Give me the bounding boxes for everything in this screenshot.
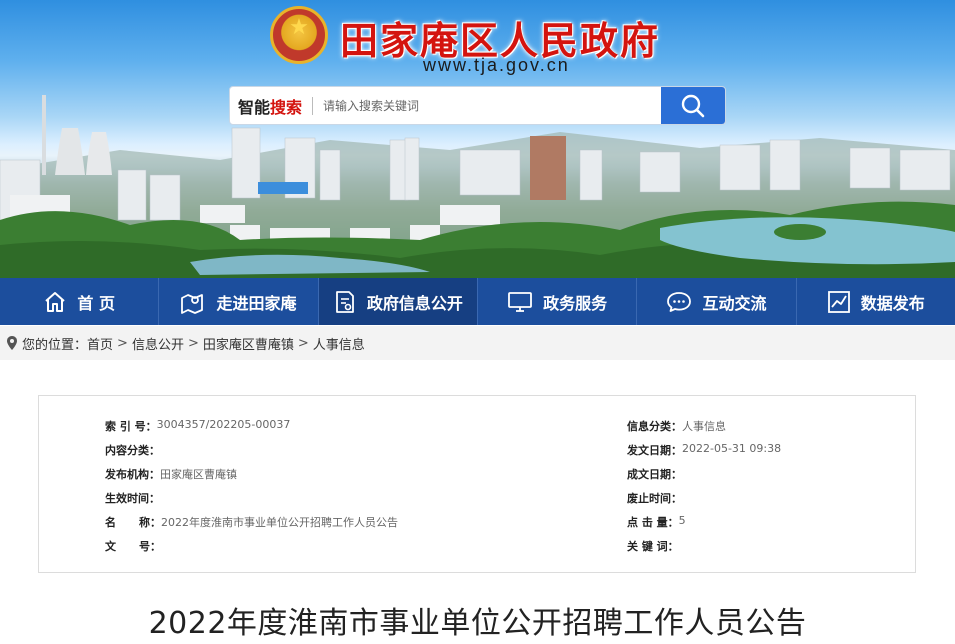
nav-item-label: 政务服务 <box>543 293 608 313</box>
meta-value: 5 <box>678 514 686 527</box>
chat-icon <box>667 291 692 312</box>
meta-key: 索 引 号： <box>105 420 157 433</box>
meta-index-number: 索 引 号： 3004357/202205-00037 <box>105 418 290 434</box>
national-emblem-icon <box>270 6 328 64</box>
nav-item-label: 走进田家庵 <box>216 293 297 313</box>
meta-value: 田家庵区曹庵镇 <box>160 468 237 481</box>
nav-item-about[interactable]: 走进田家庵 <box>159 278 319 325</box>
nav-item-label: 互动交流 <box>702 293 767 313</box>
search-button[interactable] <box>661 87 725 124</box>
meta-publisher: 发布机构： 田家庵区曹庵镇 <box>105 466 237 482</box>
meta-written-date: 成文日期： <box>627 466 682 482</box>
breadcrumb-town[interactable]: 田家庵区曹庵镇 <box>203 334 294 353</box>
nav-item-home[interactable]: 首 页 <box>0 278 160 325</box>
meta-value: 2022年度淮南市事业单位公开招聘工作人员公告 <box>160 516 398 529</box>
meta-content-category: 内容分类： <box>105 442 160 458</box>
search-bar: 智能搜索 <box>229 86 726 125</box>
meta-key: 文 号： <box>105 540 161 553</box>
header-banner: 田家庵区人民政府 www.tja.gov.cn 智能搜索 <box>0 0 955 278</box>
meta-key: 内容分类： <box>105 444 160 457</box>
breadcrumb-separator: > <box>117 335 128 351</box>
meta-key: 名 称： <box>105 516 161 529</box>
breadcrumb-separator: > <box>297 335 309 351</box>
main-nav: 首 页 走进田家庵 政府信息公开 政务服务 互动交流 数据发布 <box>0 278 955 325</box>
breadcrumb-info-public[interactable]: 信息公开 <box>132 334 184 353</box>
search-input[interactable] <box>323 90 661 121</box>
search-label: 智能搜索 <box>230 94 302 118</box>
breadcrumb-personnel-info[interactable]: 人事信息 <box>313 334 365 353</box>
meta-effective-time: 生效时间： <box>105 490 160 506</box>
meta-value: 人事信息 <box>682 420 726 433</box>
breadcrumb-separator: > <box>187 335 199 351</box>
search-label-part1: 智能 <box>238 97 271 117</box>
document-metadata-box: 索 引 号： 3004357/202205-00037 内容分类： 发布机构： 田家… <box>38 395 916 573</box>
nav-item-services[interactable]: 政务服务 <box>478 278 638 325</box>
document-icon <box>335 290 354 313</box>
meta-key: 信息分类： <box>627 420 682 433</box>
meta-value: 3004357/202205-00037 <box>156 418 291 431</box>
site-url: www.tja.gov.cn <box>423 55 570 75</box>
breadcrumb-home[interactable]: 首页 <box>87 334 113 353</box>
monitor-icon <box>508 291 533 312</box>
meta-value: 2022-05-31 09:38 <box>682 442 782 455</box>
meta-key: 生效时间： <box>105 492 160 505</box>
meta-keywords: 关 键 词： <box>627 538 679 554</box>
meta-key: 发文日期： <box>627 444 682 457</box>
nav-item-label: 数据发布 <box>860 293 925 313</box>
map-pin-icon <box>181 293 204 314</box>
nav-item-data[interactable]: 数据发布 <box>797 278 955 325</box>
breadcrumb: 您的位置： 首页 > 信息公开 > 田家庵区曹庵镇 > 人事信息 <box>0 326 955 360</box>
search-icon <box>681 94 705 117</box>
meta-info-category: 信息分类： 人事信息 <box>627 418 726 434</box>
meta-key: 发布机构： <box>105 468 160 481</box>
meta-key: 关 键 词： <box>627 540 679 553</box>
location-icon <box>7 336 17 350</box>
meta-key: 废止时间： <box>627 492 682 505</box>
home-icon <box>45 291 66 312</box>
nav-item-gov-info[interactable]: 政府信息公开 <box>318 278 478 325</box>
search-label-part2: 搜索 <box>270 97 303 117</box>
nav-item-interaction[interactable]: 互动交流 <box>637 278 797 325</box>
meta-repeal-time: 废止时间： <box>627 490 682 506</box>
breadcrumb-prefix: 您的位置： <box>22 337 88 353</box>
meta-doc-number: 文 号： <box>105 538 161 554</box>
meta-key: 成文日期： <box>627 468 682 481</box>
search-divider <box>312 96 314 115</box>
meta-name: 名 称： 2022年度淮南市事业单位公开招聘工作人员公告 <box>105 514 398 530</box>
article-title: 2022年度淮南市事业单位公开招聘工作人员公告 <box>148 606 807 641</box>
meta-key: 点 击 量： <box>627 516 679 529</box>
nav-item-label: 政府信息公开 <box>366 293 463 313</box>
meta-issue-date: 发文日期： 2022-05-31 09:38 <box>627 442 781 458</box>
chart-icon <box>827 290 850 313</box>
nav-item-label: 首 页 <box>77 293 115 313</box>
meta-view-count: 点 击 量： 5 <box>627 514 686 530</box>
